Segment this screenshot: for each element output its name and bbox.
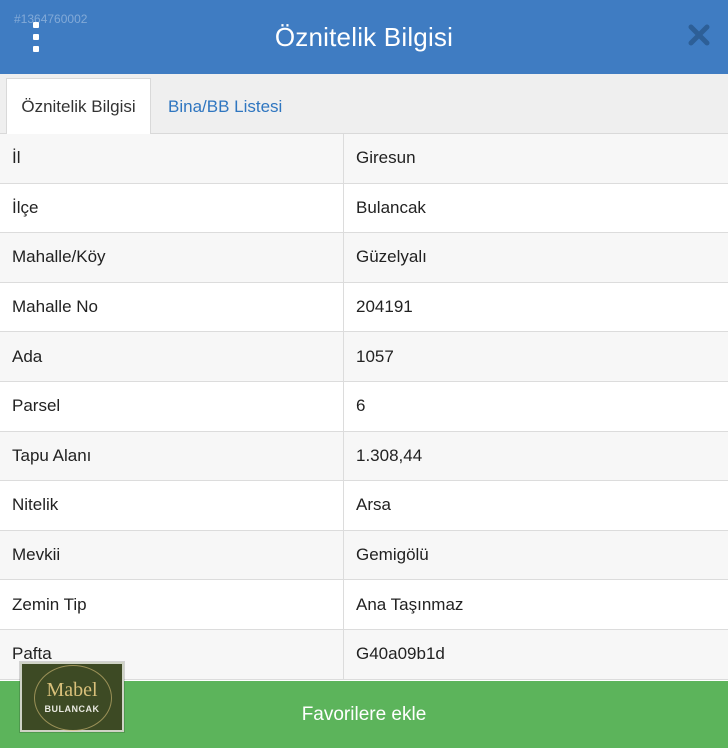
attribute-key: Mevkii <box>0 530 344 580</box>
table-row: İl Giresun <box>0 134 728 184</box>
logo-ring <box>34 665 112 731</box>
attribute-value: Arsa <box>356 495 391 515</box>
attribute-value: Giresun <box>356 148 416 168</box>
attribute-key: Nitelik <box>0 481 344 530</box>
tab-attribute-info[interactable]: Öznitelik Bilgisi <box>6 78 151 135</box>
attribute-value: Bulancak <box>356 197 426 217</box>
attribute-value: Ana Taşınmaz <box>356 594 464 614</box>
attribute-key: İl <box>0 134 344 183</box>
watermark-id: #1364760002 <box>14 12 88 26</box>
attribute-value: 1057 <box>356 346 394 366</box>
table-row: Mevkii Gemigölü <box>0 530 728 581</box>
attribute-key: Mahalle No <box>0 282 344 332</box>
attribute-key: Tapu Alanı <box>0 431 344 481</box>
attribute-key: İlçe <box>0 183 344 233</box>
table-row: Parsel 6 <box>0 381 728 432</box>
table-row: Tapu Alanı 1.308,44 <box>0 431 728 482</box>
table-row: Nitelik Arsa <box>0 481 728 531</box>
attribute-value: 6 <box>356 396 366 416</box>
attribute-key: Ada <box>0 332 344 381</box>
page-title: Öznitelik Bilgisi <box>274 21 454 52</box>
header-bar: #1364760002 Öznitelik Bilgisi <box>0 0 728 74</box>
attribute-value: G40a09b1d <box>356 644 445 664</box>
attribute-key: Parsel <box>0 381 344 431</box>
tab-bar: Öznitelik Bilgisi Bina/BB Listesi <box>0 74 728 135</box>
table-row: Mahalle/Köy Güzelyalı <box>0 233 728 283</box>
vertical-dots-icon[interactable] <box>26 22 46 52</box>
table-row: Zemin Tip Ana Taşınmaz <box>0 580 728 630</box>
logo: Mabel BULANCAK <box>20 662 124 732</box>
attribute-key: Mahalle/Köy <box>0 233 344 282</box>
close-icon[interactable] <box>686 22 712 48</box>
attribute-table: İl Giresun İlçe Bulancak Mahalle/Köy Güz… <box>0 134 728 680</box>
table-row: Ada 1057 <box>0 332 728 382</box>
attribute-value: Güzelyalı <box>356 247 427 267</box>
attribute-value: Gemigölü <box>356 545 429 565</box>
table-row: Mahalle No 204191 <box>0 282 728 333</box>
attribute-value: 1.308,44 <box>356 445 423 465</box>
attribute-key: Zemin Tip <box>0 580 344 629</box>
tab-building-list[interactable]: Bina/BB Listesi <box>156 78 294 135</box>
attribute-value: 204191 <box>356 297 413 317</box>
table-row: İlçe Bulancak <box>0 183 728 234</box>
